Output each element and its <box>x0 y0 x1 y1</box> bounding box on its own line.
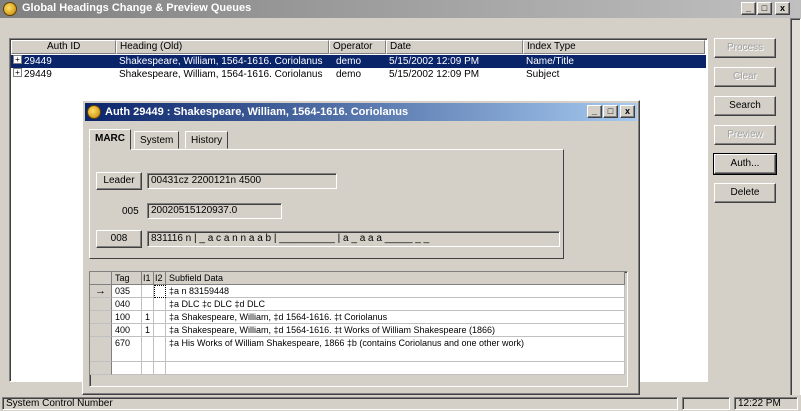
queue-row-auth-id: 29449 <box>24 69 52 80</box>
marc-row-tag-empty[interactable] <box>112 362 142 375</box>
marc-row-data[interactable]: ‡a DLC ‡c DLC ‡d DLC <box>166 298 625 311</box>
marc-row-tag[interactable]: 035 <box>112 285 142 298</box>
auth-record-window[interactable]: Auth 29449 : Shakespeare, William, 1564-… <box>82 100 640 395</box>
queue-row-date: 5/15/2002 12:09 PM <box>389 56 480 67</box>
tab-system[interactable]: System <box>134 131 180 149</box>
maximize-icon[interactable]: □ <box>757 2 772 15</box>
row-marker <box>90 337 112 362</box>
process-button[interactable]: Process <box>714 38 776 58</box>
auth-button[interactable]: Auth... <box>713 153 777 175</box>
marc-row-tag[interactable]: 040 <box>112 298 142 311</box>
marc-row-empty[interactable] <box>90 362 625 375</box>
marc-row-i1[interactable]: 1 <box>142 311 154 324</box>
delete-button[interactable]: Delete <box>714 183 776 203</box>
queue-row-index-type: Name/Title <box>526 56 574 67</box>
field-005-value: 20020515120937.0 <box>147 203 282 219</box>
queue-row-heading: Shakespeare, William, 1564-1616. Coriola… <box>119 69 323 80</box>
minimize-icon[interactable]: _ <box>741 2 756 15</box>
status-message: System Control Number <box>2 397 678 410</box>
marc-row-i1[interactable] <box>142 285 154 298</box>
maximize-icon[interactable]: □ <box>603 105 618 118</box>
queue-row-heading: Shakespeare, William, 1564-1616. Coriola… <box>119 56 323 67</box>
marc-row[interactable]: → 035 ‡a n 83159448 <box>90 285 625 298</box>
marc-row-i1[interactable]: 1 <box>142 324 154 337</box>
field-005-label: 005 <box>122 206 139 217</box>
main-title-bar[interactable]: Global Headings Change & Preview Queues … <box>0 0 801 18</box>
queue-row-auth-id: 29449 <box>24 56 52 67</box>
auth-window-icon <box>87 105 101 119</box>
marc-row-data[interactable]: ‡a His Works of William Shakespeare, 186… <box>166 337 625 362</box>
marc-row-i2[interactable] <box>154 285 166 298</box>
column-header-index-type[interactable]: Index Type <box>523 40 705 54</box>
column-header-i1[interactable]: I1 <box>142 272 154 285</box>
main-window-title: Global Headings Change & Preview Queues <box>22 2 252 14</box>
current-row-arrow-icon: → <box>90 285 112 298</box>
marc-row-tag[interactable]: 670 <box>112 337 142 362</box>
preview-button[interactable]: Preview <box>714 125 776 145</box>
close-icon[interactable]: x <box>775 2 790 15</box>
app-icon <box>3 2 17 16</box>
marc-row-i1[interactable] <box>142 337 154 362</box>
leader-field[interactable]: 00431cz 2200121n 4500 <box>147 173 337 189</box>
expand-icon[interactable]: + <box>13 55 22 64</box>
status-panel-empty <box>682 397 730 410</box>
queue-row-operator: demo <box>334 68 362 81</box>
queue-row[interactable]: + 29449 Shakespeare, William, 1564-1616.… <box>11 55 706 68</box>
row-marker <box>90 311 112 324</box>
column-header-operator[interactable]: Operator <box>329 40 386 54</box>
marc-row-tag[interactable]: 100 <box>112 311 142 324</box>
expand-icon[interactable]: + <box>13 68 22 77</box>
column-header-heading[interactable]: Heading (Old) <box>116 40 329 54</box>
queue-row-index-type: Subject <box>526 69 560 80</box>
row-marker <box>90 324 112 337</box>
marc-row-i2[interactable] <box>154 298 166 311</box>
queue-row-operator: demo <box>334 55 362 68</box>
column-header-i2[interactable]: I2 <box>154 272 166 285</box>
field-008-button[interactable]: 008 <box>96 230 142 248</box>
search-button[interactable]: Search <box>714 96 776 116</box>
marc-row[interactable]: 400 1 ‡a Shakespeare, William, ‡d 1564-1… <box>90 324 625 337</box>
grid-indicator-header <box>90 272 112 285</box>
leader-button[interactable]: Leader <box>96 172 142 190</box>
marc-row-data[interactable]: ‡a Shakespeare, William, ‡d 1564-1616. ‡… <box>166 311 625 324</box>
main-vertical-scrollbar[interactable] <box>790 18 801 397</box>
row-marker <box>90 298 112 311</box>
marc-row[interactable]: 040 ‡a DLC ‡c DLC ‡d DLC <box>90 298 625 311</box>
marc-row-i1[interactable] <box>142 298 154 311</box>
queue-row[interactable]: + 29449 Shakespeare, William, 1564-1616.… <box>11 68 706 81</box>
marc-row[interactable]: 670 ‡a His Works of William Shakespeare,… <box>90 337 625 362</box>
marc-row-data[interactable]: ‡a Shakespeare, William, ‡d 1564-1616. ‡… <box>166 324 625 337</box>
status-time: 12:22 PM <box>734 397 798 410</box>
tab-history[interactable]: History <box>185 131 229 149</box>
minimize-icon[interactable]: _ <box>587 105 602 118</box>
tab-marc[interactable]: MARC <box>89 129 131 150</box>
column-header-tag[interactable]: Tag <box>112 272 142 285</box>
marc-tab-panel: Leader 00431cz 2200121n 4500 005 2002051… <box>89 149 564 259</box>
marc-row-tag[interactable]: 400 <box>112 324 142 337</box>
marc-row-i1-empty[interactable] <box>142 362 154 375</box>
queue-row-date: 5/15/2002 12:09 PM <box>389 69 480 80</box>
column-header-date[interactable]: Date <box>386 40 523 54</box>
clear-button[interactable]: Clear <box>714 67 776 87</box>
marc-row-i2[interactable] <box>154 337 166 362</box>
status-bar: System Control Number 12:22 PM <box>0 395 801 411</box>
marc-row-i2-empty[interactable] <box>154 362 166 375</box>
field-008-value[interactable]: 831116 n | _ a c a n n a a b | _________… <box>147 231 560 247</box>
auth-title-bar[interactable]: Auth 29449 : Shakespeare, William, 1564-… <box>85 103 637 121</box>
marc-grid[interactable]: Tag I1 I2 Subfield Data → 035 ‡a n 83159… <box>89 271 628 387</box>
marc-row-data[interactable]: ‡a n 83159448 <box>166 285 625 298</box>
row-marker-empty <box>90 362 112 375</box>
marc-row[interactable]: 100 1 ‡a Shakespeare, William, ‡d 1564-1… <box>90 311 625 324</box>
marc-row-data-empty[interactable] <box>166 362 625 375</box>
column-header-auth-id[interactable]: Auth ID <box>11 40 116 54</box>
marc-row-i2[interactable] <box>154 311 166 324</box>
marc-row-i2[interactable] <box>154 324 166 337</box>
close-icon[interactable]: x <box>620 105 635 118</box>
auth-window-title: Auth 29449 : Shakespeare, William, 1564-… <box>105 106 409 118</box>
column-header-subfield-data[interactable]: Subfield Data <box>166 272 625 285</box>
